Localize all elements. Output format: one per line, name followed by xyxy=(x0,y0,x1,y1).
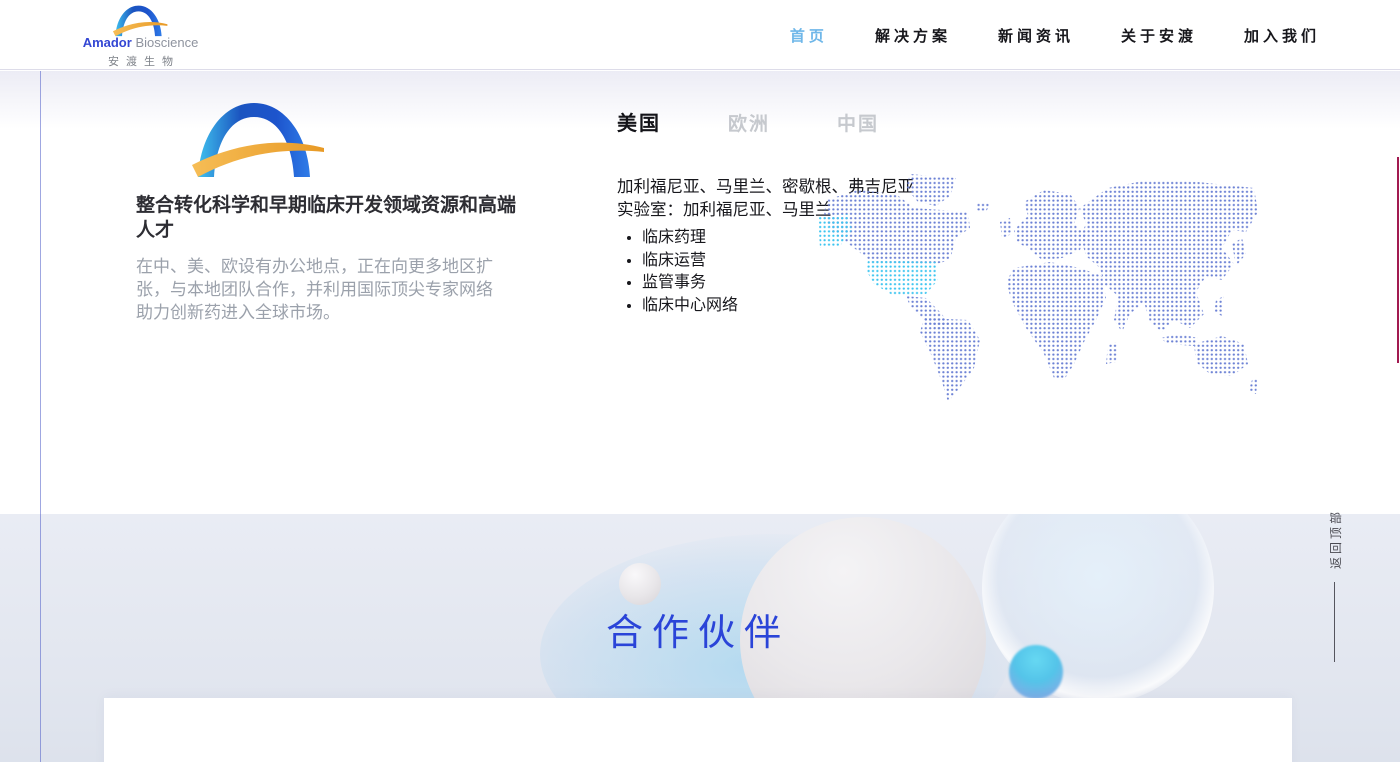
tab-europe[interactable]: 欧洲 xyxy=(728,109,770,136)
nav-item-solutions[interactable]: 解决方案 xyxy=(875,25,951,46)
hero-arch-swoosh-icon xyxy=(190,99,330,179)
hero-heading: 整合转化科学和早期临床开发领域资源和高端人才 xyxy=(136,193,522,243)
back-to-top-indicator-line xyxy=(1334,582,1335,662)
small-sphere-decoration xyxy=(619,563,661,605)
arch-swoosh-icon xyxy=(112,4,170,37)
partners-section: 合作伙伴 xyxy=(0,514,1400,762)
tab-usa[interactable]: 美国 xyxy=(617,107,661,136)
back-to-top-label: 返回顶部 xyxy=(1327,509,1344,569)
page-scrollbar-thumb[interactable] xyxy=(1397,157,1399,363)
nav-item-home[interactable]: 首页 xyxy=(790,25,828,46)
nav-item-news[interactable]: 新闻资讯 xyxy=(998,25,1074,46)
brand-logo[interactable]: Amador Bioscience 安渡生物 xyxy=(78,4,203,69)
service-item-clinical-pharmacology: 临床药理 xyxy=(642,227,738,250)
brand-name-secondary: Bioscience xyxy=(135,35,198,50)
hero-section: 整合转化科学和早期临床开发领域资源和高端人才 在中、美、欧设有办公地点，正在向更… xyxy=(0,71,1400,514)
nav-item-join-us[interactable]: 加入我们 xyxy=(1244,25,1320,46)
left-accent-line xyxy=(40,71,41,762)
back-to-top-button[interactable]: 返回顶部 xyxy=(1328,504,1342,574)
partners-card xyxy=(104,698,1292,762)
top-navigation-bar: Amador Bioscience 安渡生物 首页 解决方案 新闻资讯 关于安渡… xyxy=(0,0,1400,70)
hero-description: 在中、美、欧设有办公地点，正在向更多地区扩张，与本地团队合作，并利用国际顶尖专家… xyxy=(136,255,504,324)
service-list: 临床药理 临床运营 监管事务 临床中心网络 xyxy=(642,227,738,317)
main-nav: 首页 解决方案 新闻资讯 关于安渡 加入我们 xyxy=(790,0,1320,70)
partners-title: 合作伙伴 xyxy=(0,602,1396,656)
brand-name-cn: 安渡生物 xyxy=(78,53,203,69)
service-item-clinical-site-network: 临床中心网络 xyxy=(642,295,738,318)
region-labs: 实验室：加利福尼亚、马里兰 xyxy=(617,196,832,220)
nav-item-about[interactable]: 关于安渡 xyxy=(1121,25,1197,46)
tab-china[interactable]: 中国 xyxy=(837,109,879,136)
service-item-regulatory-affairs: 监管事务 xyxy=(642,272,738,295)
region-tabs: 美国 欧洲 中国 xyxy=(617,107,879,136)
brand-name-primary: Amador xyxy=(83,35,132,50)
dotted-world-map-icon xyxy=(818,172,1258,400)
service-item-clinical-operations: 临床运营 xyxy=(642,250,738,273)
brand-name-en: Amador Bioscience xyxy=(78,35,203,50)
